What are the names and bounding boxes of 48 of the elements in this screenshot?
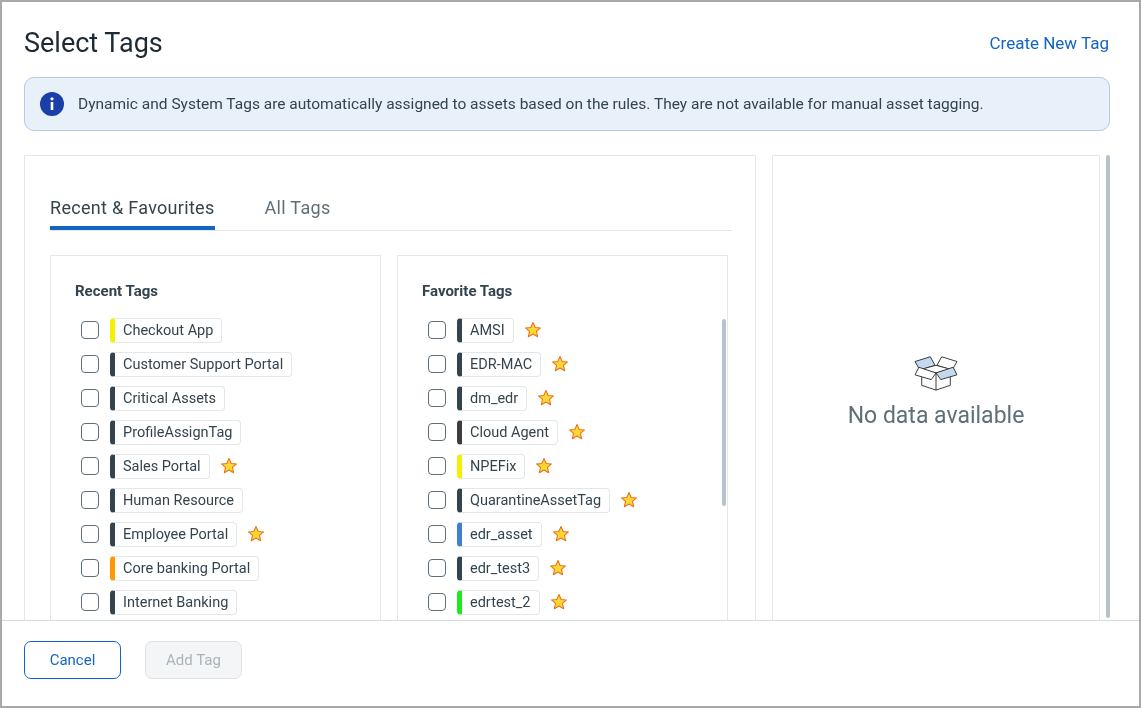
info-text: Dynamic and System Tags are automatically assigned to assets based on the rules. They are not available for manual asset tagging.: [78, 95, 984, 113]
empty-state-text: No data available: [847, 402, 1025, 429]
checkbox[interactable]: [81, 491, 99, 509]
checkbox[interactable]: [81, 593, 99, 611]
checkbox[interactable]: [81, 355, 99, 373]
checkbox[interactable]: [428, 491, 446, 509]
tag-chip[interactable]: edr_asset: [457, 521, 542, 547]
checkbox[interactable]: [428, 389, 446, 407]
tag-chip[interactable]: Cloud Agent: [457, 419, 559, 445]
cancel-button[interactable]: Cancel: [24, 640, 121, 679]
list-title: Favorite Tags: [422, 282, 514, 300]
tag-chip[interactable]: Customer Support Portal: [110, 351, 293, 377]
checkbox[interactable]: [81, 525, 99, 543]
checkbox[interactable]: [428, 559, 446, 577]
checkbox[interactable]: [81, 559, 99, 577]
tag-chip[interactable]: Human Resource: [110, 487, 243, 513]
tag-chip[interactable]: dm_edr: [457, 385, 528, 411]
checkbox[interactable]: [81, 389, 99, 407]
info-icon: [40, 92, 64, 116]
tag-chip[interactable]: Internet Banking: [110, 589, 238, 615]
tag-chip[interactable]: Core banking Portal: [110, 555, 260, 581]
tag-chip[interactable]: AMSI: [457, 317, 514, 343]
checkbox[interactable]: [428, 457, 446, 475]
tab[interactable]: All Tags: [264, 197, 331, 230]
tag-chip[interactable]: ProfileAssignTag: [110, 419, 242, 445]
tag-chip[interactable]: Sales Portal: [110, 453, 210, 479]
tag-chip[interactable]: edr_test3: [457, 555, 540, 581]
scrollbar[interactable]: [722, 319, 726, 506]
dialog-title: Select Tags: [24, 27, 163, 59]
checkbox[interactable]: [428, 593, 446, 611]
tag-chip[interactable]: EDR-MAC: [457, 351, 542, 377]
tag-chip[interactable]: QuarantineAssetTag: [457, 487, 611, 513]
scrollbar[interactable]: [1106, 155, 1110, 618]
list-title: Recent Tags: [75, 282, 159, 300]
checkbox[interactable]: [428, 355, 446, 373]
checkbox[interactable]: [81, 457, 99, 475]
checkbox[interactable]: [428, 525, 446, 543]
checkbox[interactable]: [428, 423, 446, 441]
checkbox[interactable]: [428, 321, 446, 339]
tag-chip[interactable]: NPEFix: [457, 453, 526, 479]
create-new-tag-link[interactable]: Create New Tag: [989, 33, 1109, 53]
tag-chip[interactable]: edrtest_2: [457, 589, 540, 615]
tag-chip[interactable]: Employee Portal: [110, 521, 238, 547]
tag-chip[interactable]: Critical Assets: [110, 385, 226, 411]
tag-chip[interactable]: Checkout App: [110, 317, 223, 343]
tab[interactable]: Recent & Favourites: [50, 197, 215, 230]
checkbox[interactable]: [81, 423, 99, 441]
checkbox[interactable]: [81, 321, 99, 339]
